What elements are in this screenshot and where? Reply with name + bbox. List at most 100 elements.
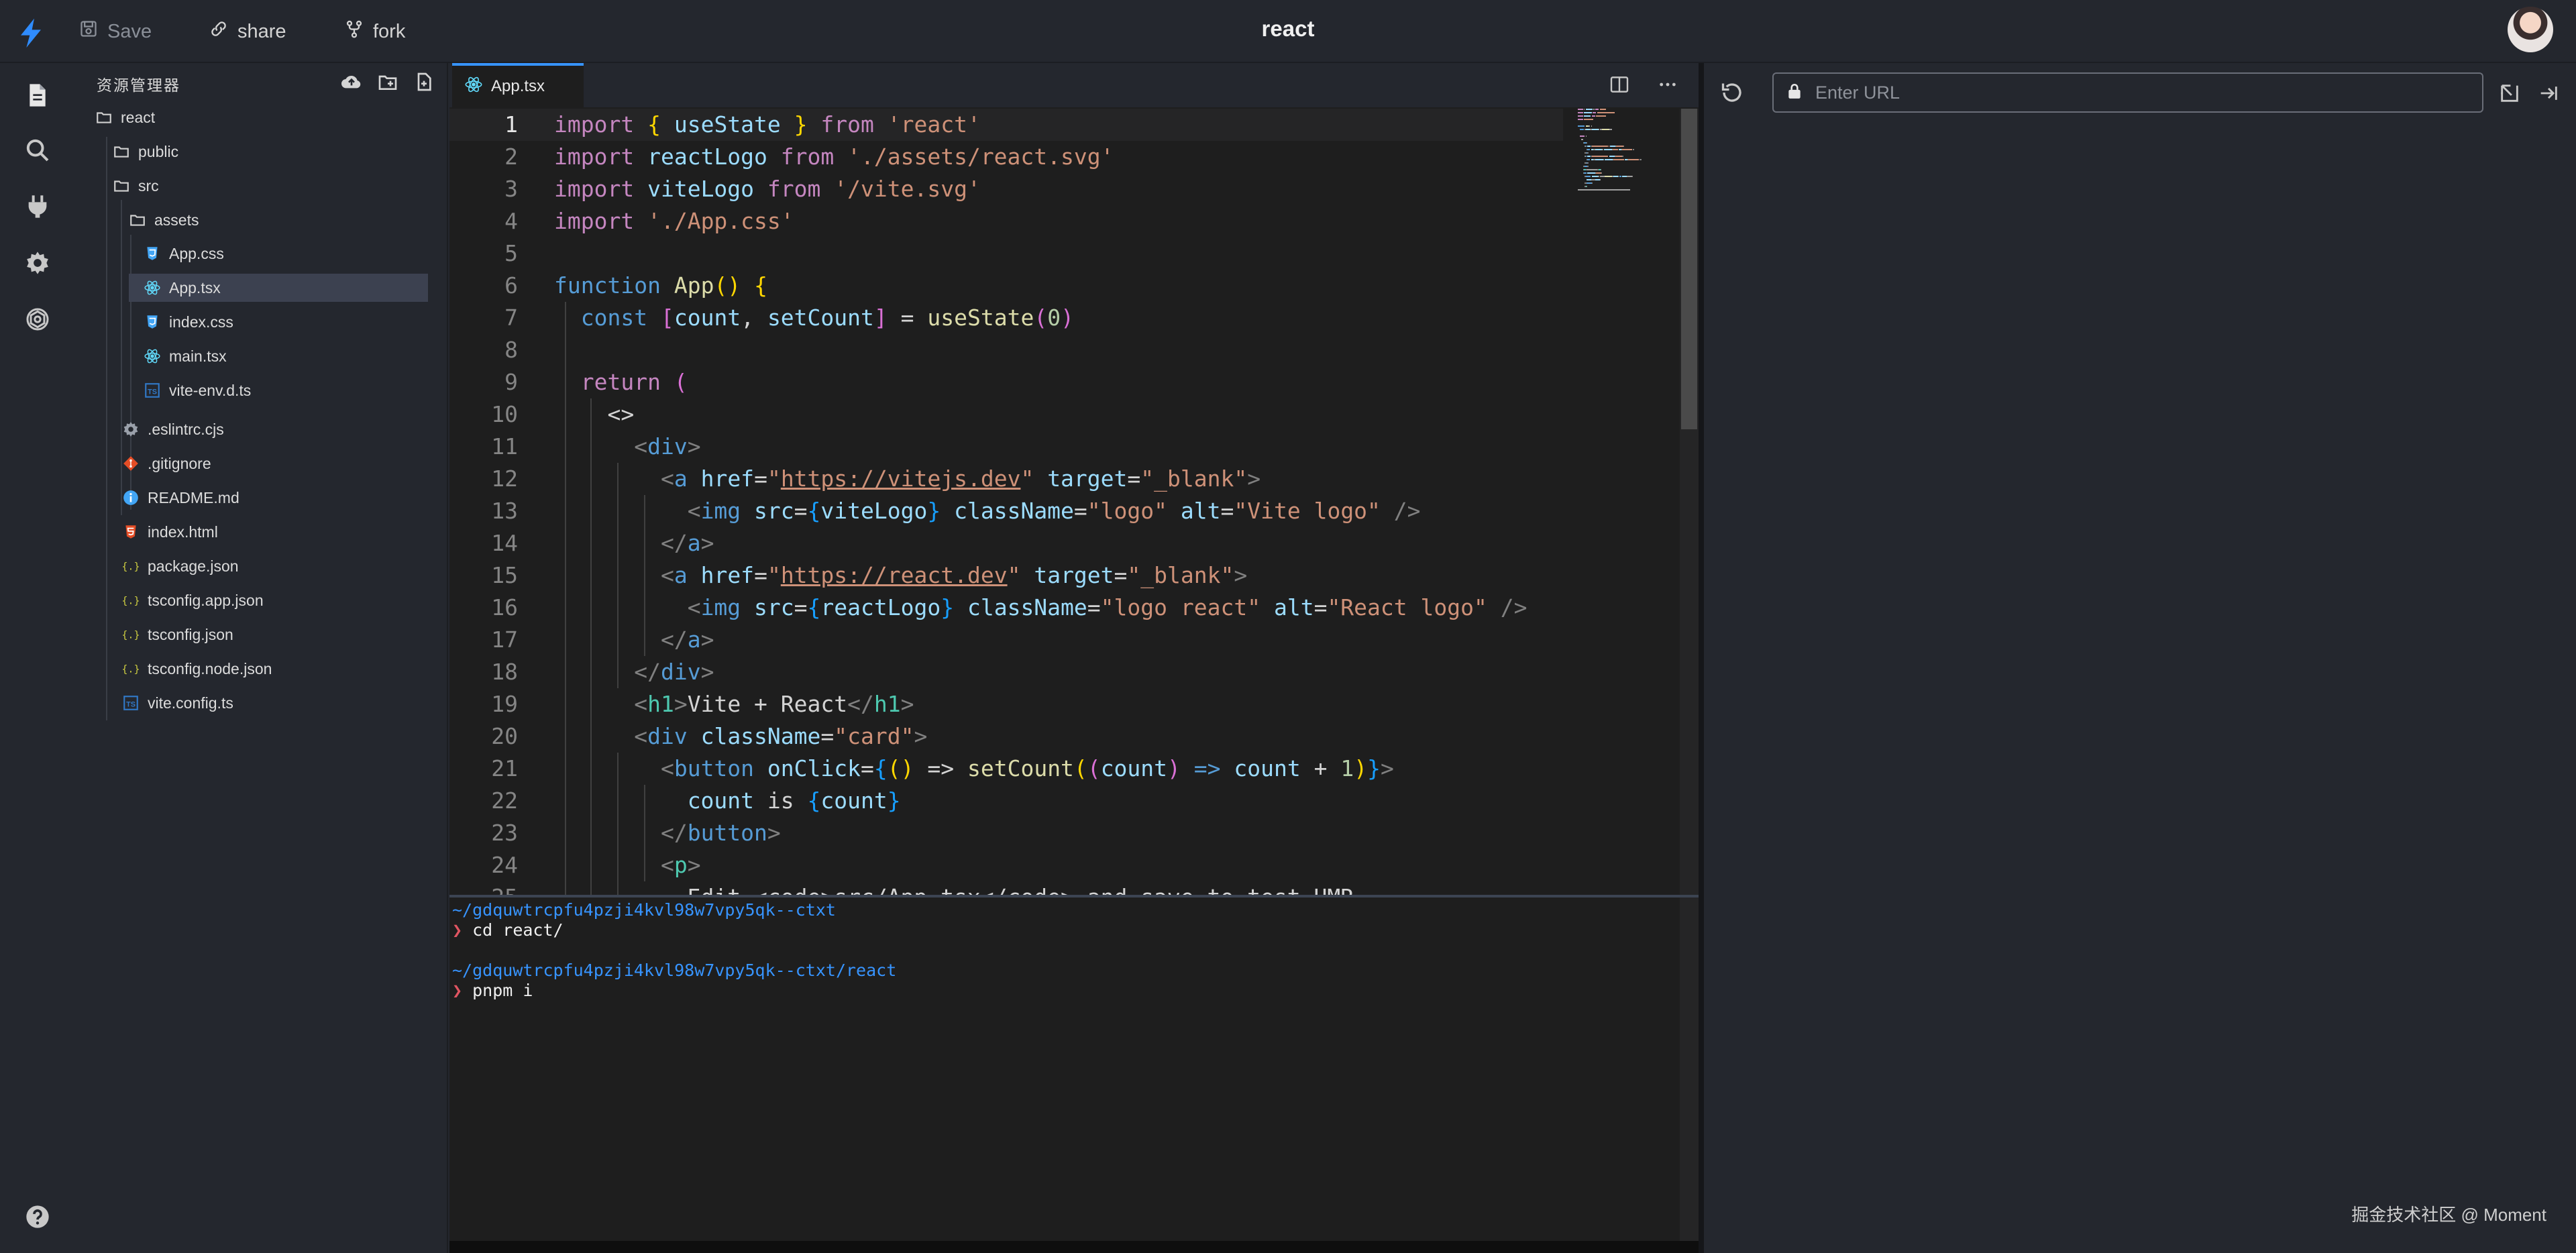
search-icon[interactable] xyxy=(24,137,51,164)
tree-item-label: App.tsx xyxy=(169,278,221,296)
code-line[interactable]: 23 </button> xyxy=(449,817,1563,849)
fork-button[interactable]: fork xyxy=(345,15,405,48)
ai-assistant-icon[interactable] xyxy=(24,306,51,333)
tree-file-tsconfig-node[interactable]: {.} tsconfig.node.json xyxy=(122,655,272,683)
line-number: 19 xyxy=(491,691,518,717)
code-line[interactable]: 24 <p> xyxy=(449,849,1563,881)
terminal-scrollbar[interactable] xyxy=(1680,897,1699,1241)
tree-item-label: .gitignore xyxy=(148,454,211,472)
code-content[interactable]: 1 import { useState } from 'react' 2 import… xyxy=(449,109,1699,895)
code-line[interactable]: 15 <a href="https://react.dev" target="_… xyxy=(449,559,1563,592)
code-line[interactable]: 1 import { useState } from 'react' xyxy=(449,109,1563,141)
tree-file-vite-config[interactable]: TS vite.config.ts xyxy=(122,689,233,717)
help-icon[interactable] xyxy=(24,1203,51,1230)
editor-actions xyxy=(1609,74,1678,95)
tree-folder-public[interactable]: public xyxy=(113,138,178,166)
refresh-icon[interactable] xyxy=(1720,80,1744,105)
code-line[interactable]: 21 <button onClick={() => setCount((coun… xyxy=(449,753,1563,785)
code-line[interactable]: 5 xyxy=(449,237,1563,270)
minimap-stroke xyxy=(1579,129,1585,130)
url-bar[interactable] xyxy=(1772,72,2483,113)
tree-item-label: public xyxy=(138,142,179,160)
editor-scrollbar[interactable] xyxy=(1681,109,1697,429)
tree-file-app-css[interactable]: App.css xyxy=(137,239,224,268)
code-line[interactable]: 18 </div> xyxy=(449,656,1563,688)
tree-file-readme[interactable]: README.md xyxy=(122,484,239,512)
minimap-stroke xyxy=(1595,149,1603,150)
line-number: 25 xyxy=(449,881,518,895)
files-icon[interactable] xyxy=(24,82,51,109)
split-editor-icon[interactable] xyxy=(1609,74,1630,95)
open-in-new-window-icon[interactable] xyxy=(2498,82,2521,105)
settings-gear-icon[interactable] xyxy=(24,250,51,276)
code-text: <div className="card"> xyxy=(634,723,928,749)
tree-file-index-html[interactable]: index.html xyxy=(122,518,218,546)
more-actions-icon[interactable] xyxy=(1657,74,1678,95)
code-text: Edit <code>src/App.tsx</code> and save t… xyxy=(554,881,1354,895)
code-line[interactable]: 19 <h1>Vite + React</h1> xyxy=(449,688,1563,720)
line-number: 20 xyxy=(491,723,518,749)
tree-file-tsconfig[interactable]: {.} tsconfig.json xyxy=(122,620,233,649)
tree-folder-src[interactable]: src xyxy=(113,172,159,200)
save-button[interactable]: Save xyxy=(79,15,152,48)
code-line[interactable]: 17 </a> xyxy=(449,624,1563,656)
line-number: 3 xyxy=(504,176,518,202)
tree-file-main-tsx[interactable]: main.tsx xyxy=(137,342,227,370)
minimap-stroke xyxy=(1587,182,1592,184)
code-line[interactable]: 11 <div> xyxy=(449,431,1563,463)
terminal-prompt-icon: ❯ xyxy=(452,920,463,940)
cloud-upload-icon[interactable] xyxy=(341,71,362,93)
share-button[interactable]: share xyxy=(209,15,286,48)
tree-file-gitignore[interactable]: .gitignore xyxy=(122,449,211,478)
tree-file-index-css[interactable]: index.css xyxy=(137,308,233,336)
tab-app-tsx[interactable]: App.tsx xyxy=(452,63,584,107)
tree-file-tsconfig-app[interactable]: {.} tsconfig.app.json xyxy=(122,586,264,614)
code-line[interactable]: 2 import reactLogo from './assets/react.s… xyxy=(449,141,1563,173)
plugin-icon[interactable] xyxy=(24,193,51,220)
url-input[interactable] xyxy=(1814,81,2482,104)
code-line[interactable]: 4 import './App.css' xyxy=(449,205,1563,237)
collapse-panel-icon[interactable] xyxy=(2537,82,2560,105)
minimap-stroke xyxy=(1585,146,1587,147)
terminal-panel[interactable]: ~/gdquwtrcpfu4pzji4kvl98w7vpy5qk--ctxt ❯ … xyxy=(449,895,1699,1241)
code-line[interactable]: 22 count is {count} xyxy=(449,785,1563,817)
minimap-stroke xyxy=(1595,109,1599,110)
code-line[interactable]: 13 <img src={viteLogo} className="logo" … xyxy=(449,495,1563,527)
code-line[interactable]: 12 <a href="https://vitejs.dev" target="… xyxy=(449,463,1563,495)
indent-guide xyxy=(565,302,566,895)
user-avatar[interactable] xyxy=(2508,7,2553,52)
minimap-stroke xyxy=(1578,189,1591,190)
tree-file-vite-env[interactable]: TS vite-env.d.ts xyxy=(137,376,251,404)
line-number: 18 xyxy=(491,659,518,685)
tree-folder-react[interactable]: react xyxy=(95,103,155,131)
code-line[interactable]: 10 <> xyxy=(449,398,1563,431)
tree-file-package-json[interactable]: {.} package.json xyxy=(122,552,239,580)
new-folder-icon[interactable] xyxy=(377,71,398,93)
code-text: const [count, setCount] = useState(0) xyxy=(580,305,1074,331)
code-minimap[interactable] xyxy=(1578,109,1678,283)
code-line[interactable]: 3 import viteLogo from '/vite.svg' xyxy=(449,173,1563,205)
indent-guide xyxy=(644,785,645,881)
code-line[interactable]: 14 </a> xyxy=(449,527,1563,559)
editor-tab-bar: App.tsx xyxy=(449,63,1699,107)
code-line[interactable]: 16 <img src={reactLogo} className="logo … xyxy=(449,592,1563,624)
code-line[interactable]: 9 return ( xyxy=(449,366,1563,398)
code-line[interactable]: 8 xyxy=(449,334,1563,366)
code-line[interactable]: 25 Edit <code>src/App.tsx</code> and sav… xyxy=(449,881,1563,895)
tree-file-eslintrc[interactable]: .eslintrc.cjs xyxy=(122,415,224,443)
tree-item-label: package.json xyxy=(148,557,239,575)
tree-item-label: README.md xyxy=(148,488,239,506)
new-file-icon[interactable] xyxy=(413,71,435,93)
minimap-stroke xyxy=(1607,156,1609,157)
line-number: 21 xyxy=(491,755,518,781)
code-line[interactable]: 7 const [count, setCount] = useState(0) xyxy=(449,302,1563,334)
code-line[interactable]: 20 <div className="card"> xyxy=(449,720,1563,753)
minimap-stroke xyxy=(1596,115,1606,117)
terminal-prompt-icon: ❯ xyxy=(452,981,463,1000)
code-line[interactable]: 6 function App() { xyxy=(449,270,1563,302)
tree-folder-assets[interactable]: assets xyxy=(129,206,199,234)
line-number: 11 xyxy=(491,433,518,459)
minimap-stroke xyxy=(1591,189,1630,190)
tree-file-app-tsx[interactable]: App.tsx xyxy=(129,274,428,302)
lightning-logo-icon[interactable] xyxy=(17,17,44,48)
